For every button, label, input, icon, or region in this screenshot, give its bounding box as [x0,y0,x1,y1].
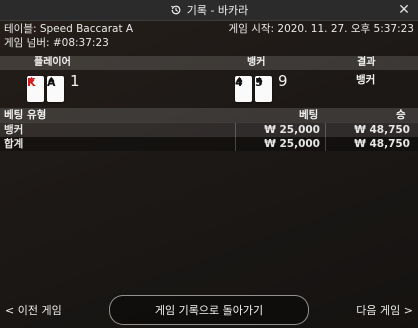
hands-row: K ♦ A ♠ 1 4 ♠ 5 ♠ 9 뱅커 [0,72,418,106]
win-amount: ₩ 48,750 [354,124,410,136]
total-bet: ₩ 25,000 [264,138,320,150]
column-divider [325,123,326,137]
hands-header: 플레이어 뱅커 결과 [0,56,418,70]
card-suit: ♦ [27,76,36,87]
bet-amount-header: 베팅 [299,109,319,121]
window-title: 기록 - 바카라 [186,4,249,17]
bets-header: 베팅 유형 베팅 승 [0,108,418,122]
card-suit: ♠ [255,76,264,87]
history-clock-icon [170,4,182,16]
total-label: 합계 [4,138,24,150]
banker-header: 뱅커 [247,57,266,68]
card-suit: ♠ [47,76,56,87]
player-header: 플레이어 [34,57,71,68]
card-suit: ♠ [235,76,244,87]
footer-nav: < 이전 게임 게임 기록으로 돌아가기 다음 게임 > [0,292,418,328]
table-name: 테이블: Speed Baccarat A [4,23,134,35]
win-header: 승 [396,109,406,121]
next-game-button[interactable]: 다음 게임 > [356,302,413,318]
column-divider [325,137,326,151]
column-divider [235,137,236,151]
table-row: 뱅커 ₩ 25,000 ₩ 48,750 [0,122,418,137]
table-row: 합계 ₩ 25,000 ₩ 48,750 [0,137,418,151]
title-bar: 기록 - 바카라 ✕ [0,0,418,21]
back-to-history-button[interactable]: 게임 기록으로 돌아가기 [109,295,309,325]
column-divider [235,123,236,137]
game-number: 게임 넘버: #08:37:23 [4,37,109,49]
player-score: 1 [70,72,80,90]
bet-type: 뱅커 [4,124,24,136]
player-card-2: A ♠ [47,76,64,102]
previous-game-button[interactable]: < 이전 게임 [5,302,62,318]
player-card-1: K ♦ [27,76,44,102]
bet-type-header: 베팅 유형 [4,109,47,121]
result-value: 뱅커 [356,74,376,86]
bet-amount: ₩ 25,000 [264,124,320,136]
close-icon[interactable]: ✕ [396,2,412,18]
bets-table: 베팅 유형 베팅 승 뱅커 ₩ 25,000 ₩ 48,750 합계 ₩ 25,… [0,108,418,151]
result-header: 결과 [357,57,376,68]
game-start-time: 게임 시작: 2020. 11. 27. 오후 5:37:23 [228,23,414,35]
banker-card-1: 4 ♠ [235,76,252,102]
total-win: ₩ 48,750 [354,138,410,150]
game-info: 테이블: Speed Baccarat A 게임 시작: 2020. 11. 2… [4,22,414,50]
banker-card-2: 5 ♠ [255,76,272,102]
banker-score: 9 [278,72,288,90]
